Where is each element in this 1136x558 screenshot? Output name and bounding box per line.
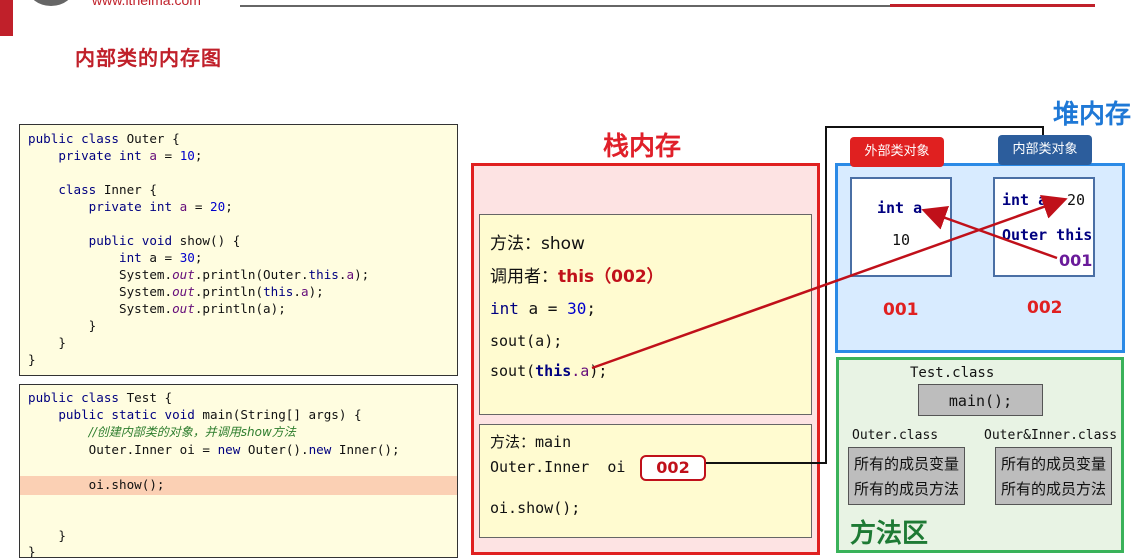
outer-this-arrow bbox=[921, 205, 1058, 260]
this-a-arrow bbox=[591, 194, 1068, 370]
connector-layer bbox=[591, 126, 1068, 464]
oi-reference-line bbox=[706, 126, 1044, 464]
